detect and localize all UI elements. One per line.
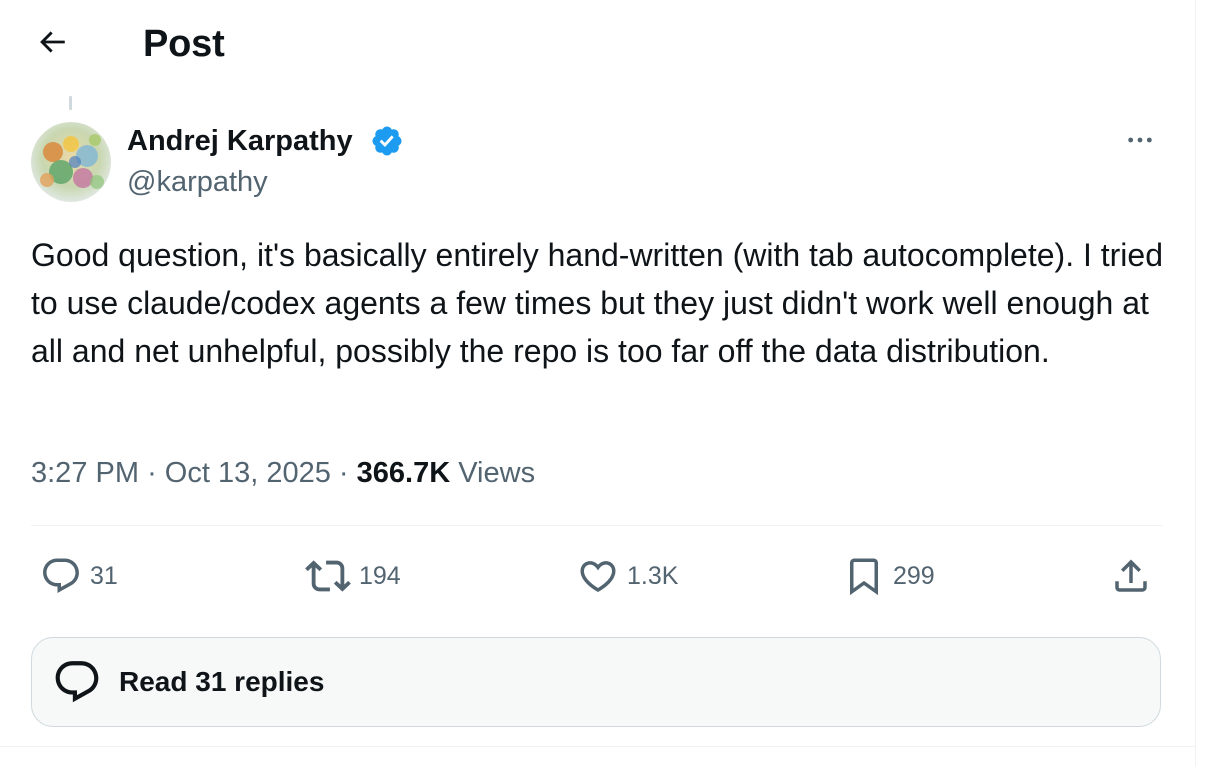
post-metadata: 3:27 PM · Oct 13, 2025 · 366.7K Views	[31, 454, 535, 492]
heart-icon	[577, 555, 619, 597]
views-label: Views	[458, 457, 536, 489]
author-avatar[interactable]	[31, 122, 111, 202]
more-options-button[interactable]	[1118, 124, 1162, 160]
thread-connector-line	[69, 96, 72, 110]
arrow-left-icon	[35, 25, 69, 64]
more-horizontal-icon	[1124, 124, 1156, 161]
back-button[interactable]	[26, 20, 78, 68]
verified-badge-icon[interactable]	[370, 124, 404, 158]
chat-bubbles-icon	[50, 655, 104, 709]
reply-button[interactable]: 31	[40, 552, 118, 600]
page-title: Post	[143, 23, 225, 65]
bookmark-button[interactable]: 299	[843, 552, 935, 600]
reply-count: 31	[90, 561, 118, 590]
like-count: 1.3K	[627, 561, 679, 590]
bookmark-count: 299	[893, 561, 935, 590]
reply-bubble-icon	[40, 555, 82, 597]
post-page: Post Andrej Karpathy @karpathy Good ques…	[0, 0, 1196, 766]
post-time[interactable]: 3:27 PM	[31, 457, 139, 489]
share-upload-icon	[1110, 555, 1152, 597]
like-button[interactable]: 1.3K	[577, 552, 678, 600]
meta-separator: ·	[147, 457, 157, 489]
author-name[interactable]: Andrej Karpathy	[127, 123, 353, 159]
repost-count: 194	[359, 561, 401, 590]
repost-button[interactable]: 194	[305, 552, 401, 600]
author-handle[interactable]: @karpathy	[127, 164, 268, 200]
share-button[interactable]	[1110, 552, 1152, 600]
divider	[0, 746, 1196, 747]
bookmark-icon	[843, 555, 885, 597]
page-header: Post	[0, 0, 1196, 88]
repost-icon	[305, 553, 351, 599]
divider	[31, 525, 1163, 526]
post-text: Good question, it's basically entirely h…	[31, 237, 1163, 369]
read-replies-button[interactable]: Read 31 replies	[31, 637, 1161, 727]
meta-separator: ·	[338, 457, 349, 489]
post-date[interactable]: Oct 13, 2025	[165, 457, 331, 489]
read-replies-label: Read 31 replies	[119, 666, 325, 697]
views-count[interactable]: 366.7K	[357, 457, 451, 489]
